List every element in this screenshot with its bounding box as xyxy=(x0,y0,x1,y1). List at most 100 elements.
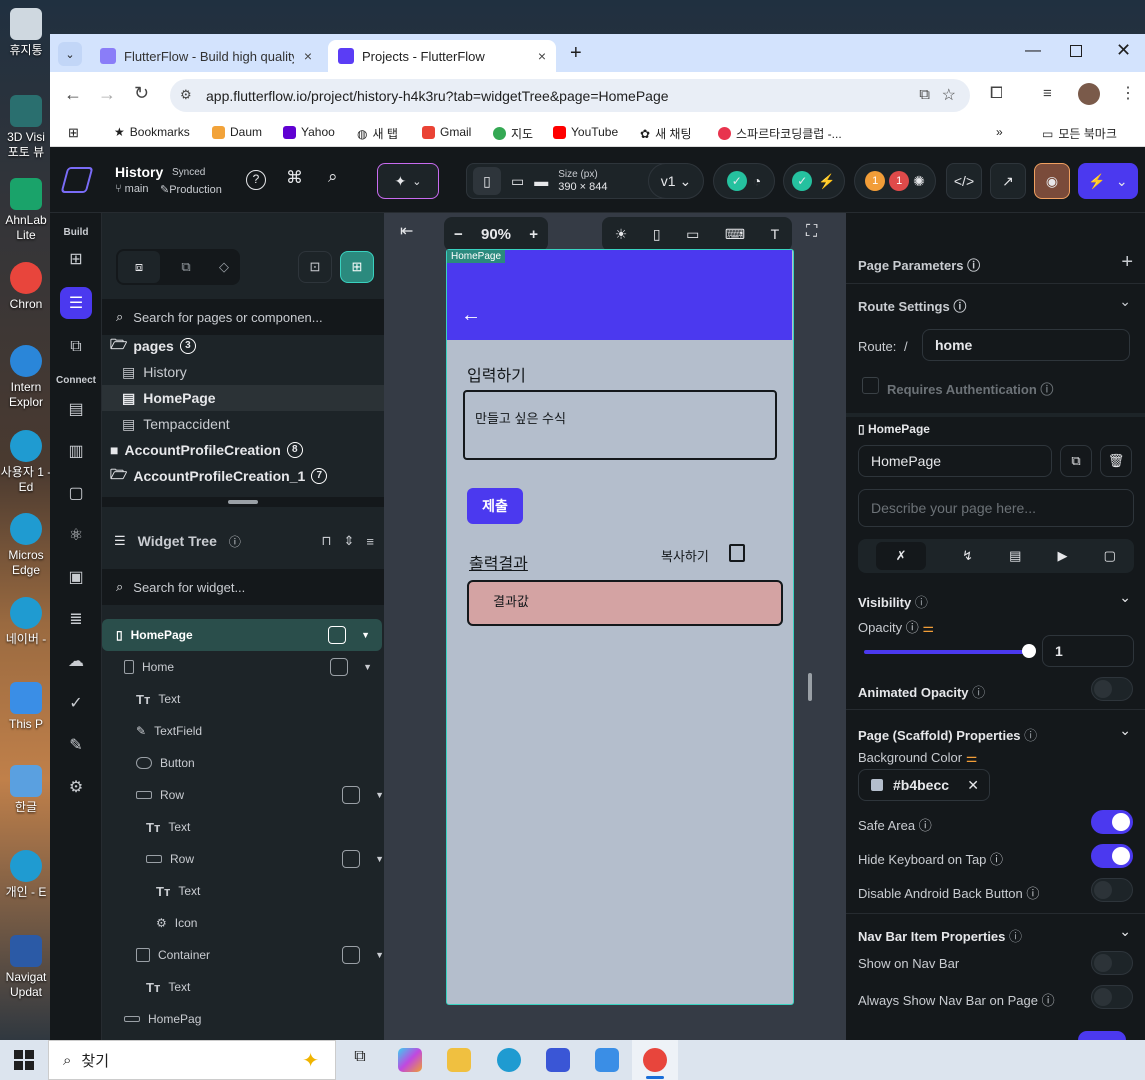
page-item-homepage[interactable]: ▤ HomePage xyxy=(102,385,384,411)
tree-node-row[interactable]: Row ▼ xyxy=(136,779,384,811)
bookmark-new-chat[interactable]: ✿ 새 채팅 xyxy=(640,125,692,142)
bookmarks-overflow[interactable]: » xyxy=(996,125,1003,139)
text-scale-icon[interactable]: T xyxy=(771,226,780,242)
variable-icon[interactable]: ⚌ xyxy=(966,750,978,765)
bookmark-sparta[interactable]: 스파르타코딩클럽 -... xyxy=(718,125,842,142)
add-widget-icon[interactable]: ⊞ xyxy=(60,243,92,275)
flutterflow-logo-icon[interactable] xyxy=(60,167,94,193)
help-icon[interactable]: ? xyxy=(246,170,266,190)
chevron-down-icon[interactable]: ⌄ xyxy=(1119,293,1131,310)
keyboard-icon[interactable]: ⌨ xyxy=(725,226,745,243)
device-frame-icon[interactable]: ▭ xyxy=(686,226,699,243)
tree-node-homepage[interactable]: ▯ HomePage ▼ xyxy=(102,619,382,651)
desktop-icon-edge[interactable]: Micros Edge xyxy=(0,513,52,578)
theme-icon[interactable]: ✎ xyxy=(60,729,92,761)
window-close-button[interactable]: ✕ xyxy=(1116,40,1131,61)
page-description-input[interactable]: Describe your page here... xyxy=(858,489,1134,527)
sun-icon[interactable]: ☀ xyxy=(615,226,628,243)
project-name[interactable]: History xyxy=(115,164,163,180)
review-status-button[interactable]: ✓ ◔ xyxy=(713,163,775,199)
new-folder-button[interactable]: ⊡ xyxy=(298,251,332,283)
tree-node-home-column[interactable]: Home ▼ xyxy=(124,651,384,683)
desktop-icon-edge-personal[interactable]: 개인 - E xyxy=(0,850,52,900)
media-icon[interactable]: ≡ xyxy=(1043,85,1052,102)
branch-label[interactable]: ⑂ main xyxy=(115,183,149,195)
preview-button[interactable]: ◉ xyxy=(1034,163,1070,199)
background-color-picker[interactable]: #b4becc ✕ xyxy=(858,769,990,801)
backend-query-tab-icon[interactable]: ▤ xyxy=(1009,548,1021,564)
bookmark-gmail[interactable]: Gmail xyxy=(422,125,471,139)
desktop-icon-3d-viewer[interactable]: 3D Visi 포토 뷰 xyxy=(0,95,52,160)
widget-tree-icon[interactable]: ☰ xyxy=(60,287,92,319)
version-selector[interactable]: v1 ⌄ xyxy=(648,163,704,199)
tree-node-inner-row[interactable]: Row ▼ xyxy=(146,843,384,875)
command-icon[interactable]: ⌘ xyxy=(286,168,303,188)
add-child-icon[interactable] xyxy=(342,786,360,804)
apps-grid-icon[interactable]: ⊞ xyxy=(68,125,79,141)
integrations-icon[interactable]: ⚛ xyxy=(60,519,92,551)
edge-icon[interactable] xyxy=(497,1048,521,1072)
tree-node-text[interactable]: Tт Text xyxy=(136,683,180,715)
forward-arrow-icon[interactable]: → xyxy=(98,84,116,105)
panel-resize-handle[interactable] xyxy=(102,497,384,507)
store-icon[interactable] xyxy=(595,1048,619,1072)
search-icon[interactable]: ⌕ xyxy=(328,167,338,187)
copy-icon[interactable] xyxy=(729,544,745,562)
add-parameter-icon[interactable]: + xyxy=(1121,251,1133,274)
reload-icon[interactable]: ↻ xyxy=(134,83,149,104)
tree-node-textfield[interactable]: ✎ TextField xyxy=(136,715,202,747)
caret-down-icon[interactable]: ▼ xyxy=(361,630,370,640)
environment-label[interactable]: ✎Production xyxy=(160,183,222,196)
trash-icon[interactable]: 🗑 xyxy=(1100,445,1132,477)
url-bar[interactable]: ⚙ app.flutterflow.io/project/history-h4k… xyxy=(170,79,970,112)
opacity-slider-thumb[interactable] xyxy=(1022,644,1036,658)
back-arrow-icon[interactable]: ← xyxy=(64,84,82,105)
animations-tab-icon[interactable]: ▶ xyxy=(1058,548,1068,564)
desktop-icon-this-pc[interactable]: This P xyxy=(0,682,52,732)
close-icon[interactable]: × xyxy=(304,48,312,64)
pages-tab-icon[interactable]: ⧈ xyxy=(118,251,160,283)
page-parameters-header[interactable]: Page Parameters ⓘ xyxy=(858,255,980,274)
tree-node-container[interactable]: Container ▼ xyxy=(136,939,384,971)
tablet-icon[interactable]: ▭ xyxy=(511,173,524,190)
site-info-icon[interactable]: ⚙ xyxy=(180,87,192,103)
minimize-button[interactable]: — xyxy=(1025,42,1041,60)
duplicate-icon[interactable]: ⧉ xyxy=(1060,445,1092,477)
bookmark-yahoo[interactable]: Yahoo xyxy=(283,125,335,139)
database-icon[interactable]: ▤ xyxy=(60,393,92,425)
bookmark-new-tab[interactable]: ◍ 새 탭 xyxy=(357,125,398,142)
add-child-icon[interactable] xyxy=(330,658,348,676)
expand-icon[interactable]: ⇕ xyxy=(344,533,355,549)
bookmark-bookmarks[interactable]: ★ Bookmarks xyxy=(114,125,190,139)
opacity-input[interactable]: 1 xyxy=(1042,635,1134,667)
back-arrow-icon[interactable]: ← xyxy=(461,304,481,327)
nav-bar-properties-header[interactable]: Nav Bar Item Properties ⓘ xyxy=(858,926,1022,945)
chevron-down-icon[interactable]: ⌄ xyxy=(1119,589,1131,606)
widget-search-input[interactable]: ⌕ Search for widget... xyxy=(102,569,384,605)
pages-folder[interactable]: 🗁 pages 3 xyxy=(102,333,384,359)
state-tab-icon[interactable]: ▢ xyxy=(1104,548,1116,564)
tree-node-inner-text[interactable]: Tт Text xyxy=(156,875,200,907)
disable-back-toggle[interactable] xyxy=(1091,878,1133,902)
route-input[interactable]: home xyxy=(922,329,1130,361)
maximize-button[interactable] xyxy=(1070,45,1082,57)
actions-tab-icon[interactable]: ↯ xyxy=(962,548,973,564)
close-icon[interactable]: × xyxy=(538,48,546,64)
desktop-icon-ie[interactable]: Intern Explor xyxy=(0,345,52,410)
test-status-button[interactable]: ✓ ⚡ xyxy=(783,163,845,199)
route-settings-header[interactable]: Route Settings ⓘ xyxy=(858,296,966,315)
profile-avatar[interactable] xyxy=(1078,83,1100,105)
chat-support-button[interactable] xyxy=(1078,1031,1126,1040)
requires-auth-checkbox[interactable] xyxy=(862,377,879,394)
extensions-icon[interactable]: ⧠ xyxy=(990,85,1003,103)
desktop-icon-navigation-updater[interactable]: Navigat Updat xyxy=(0,935,52,1000)
bookmark-youtube[interactable]: YouTube xyxy=(553,125,618,139)
install-icon[interactable]: ⧉ xyxy=(919,86,930,103)
properties-tab-icon[interactable]: ✗ xyxy=(876,542,927,570)
add-child-icon[interactable] xyxy=(328,626,346,644)
show-nav-bar-toggle[interactable] xyxy=(1091,951,1133,975)
add-page-button[interactable]: ⊞ xyxy=(340,251,374,283)
layout-icon[interactable]: ⛶ xyxy=(806,223,817,241)
folder-account-profile-creation[interactable]: ■ AccountProfileCreation 8 xyxy=(102,437,384,463)
formula-textfield[interactable]: 만들고 싶은 수식 xyxy=(463,390,777,460)
